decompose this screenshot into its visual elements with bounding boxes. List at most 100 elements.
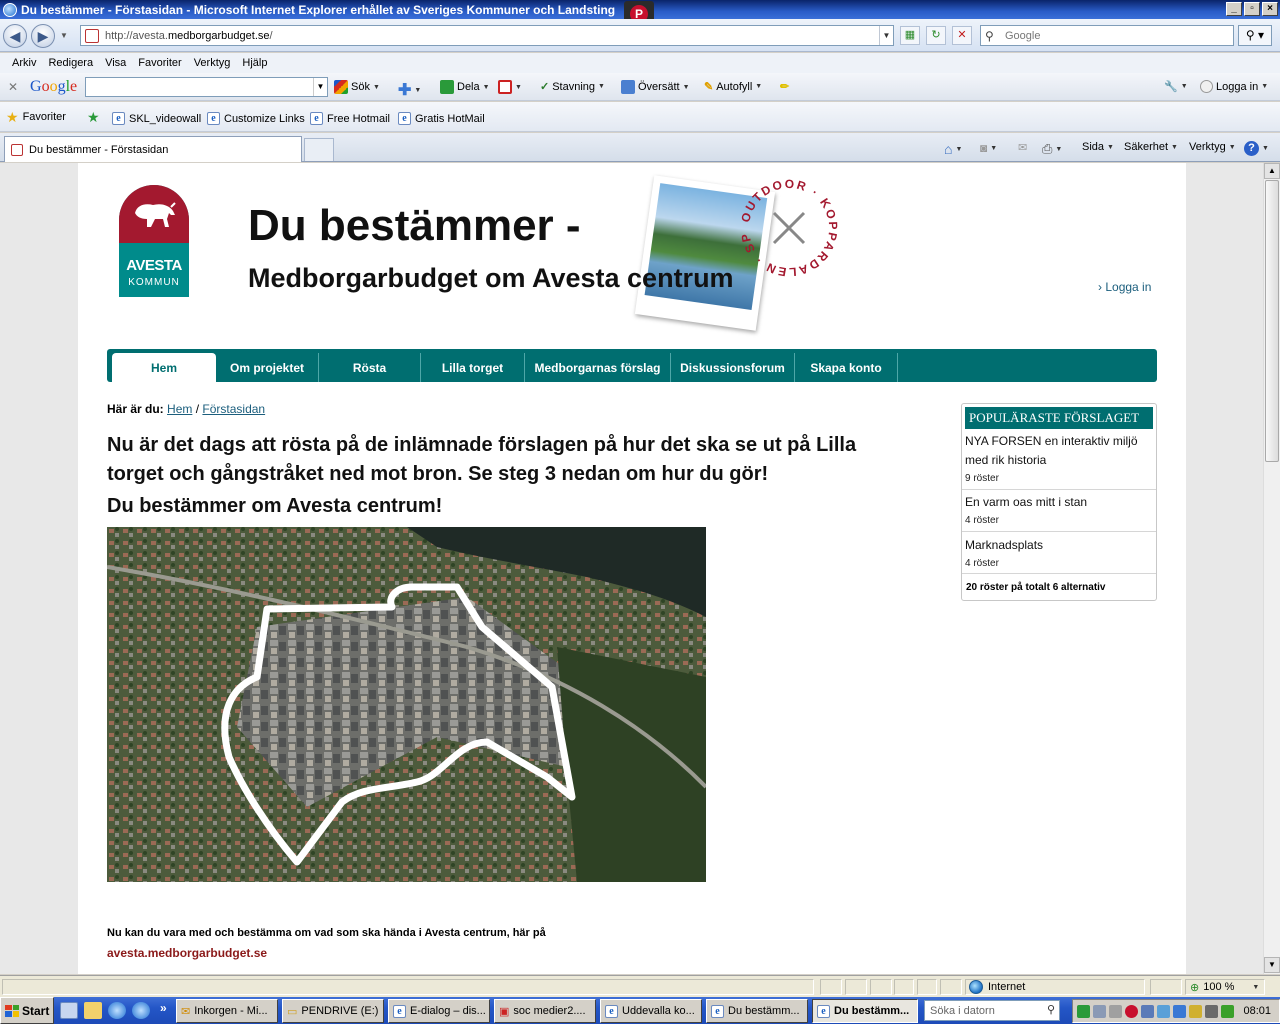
task-uddevalla[interactable]: e Uddevalla ko... [600,999,702,1023]
login-link[interactable]: › Logga in [1098,280,1151,294]
ie-icon[interactable] [132,1002,150,1019]
tray-app-icon[interactable] [1189,1005,1202,1018]
nav-medborgarnas-forslag[interactable]: Medborgarnas förslag [525,353,671,382]
refresh-icon[interactable]: ↻ [926,26,946,45]
task-du-bestammer-1[interactable]: e Du bestämm... [706,999,808,1023]
tools-menu[interactable]: Verktyg ▼ [1189,141,1236,153]
back-button[interactable]: ◀ [3,24,27,48]
menu-file[interactable]: Arkiv [6,57,42,69]
search-go-button[interactable]: ⚲ ▾ [1238,25,1272,46]
plus-button[interactable]: ✚ ▼ [398,80,421,100]
menu-view[interactable]: Visa [99,57,132,69]
explorer-icon[interactable] [84,1002,102,1019]
tray-pdf-icon[interactable] [1125,1005,1138,1018]
mail-button[interactable]: ✉ [1018,141,1027,154]
nav-rosta[interactable]: Rösta [319,353,421,382]
help-button[interactable]: ? ▼ [1244,141,1269,156]
desktop-search-input[interactable]: Söka i datorn ⚲ [924,1000,1060,1021]
google-login-button[interactable]: Logga in ▼ [1200,80,1268,93]
add-favorite-button[interactable]: ★ [87,110,100,124]
task-pendrive[interactable]: ▭ PENDRIVE (E:) [282,999,384,1023]
new-tab-button[interactable] [304,138,334,161]
popup-blocker-button[interactable]: ▼ [498,80,522,94]
scroll-thumb[interactable] [1265,180,1279,462]
task-outlook-inbox[interactable]: ✉ Inkorgen - Mi... [176,999,278,1023]
search-input[interactable]: ⚲ Google [980,25,1234,46]
tray-nvidia-icon[interactable] [1221,1005,1234,1018]
share-button[interactable]: Dela ▼ [440,80,490,94]
clock[interactable]: 08:01 [1243,1005,1271,1017]
favorites-button[interactable]: ★ Favoriter [6,110,66,124]
close-toolbar-icon[interactable]: ✕ [8,80,18,94]
spellcheck-button[interactable]: ✓ Stavning ▼ [540,80,605,94]
favorite-link-skl-videowall[interactable]: e SKL_videowall [112,112,201,125]
tray-app-icon[interactable] [1109,1005,1122,1018]
tray-volume-icon[interactable] [1205,1005,1218,1018]
nav-lilla-torget[interactable]: Lilla torget [421,353,525,382]
nav-diskussionsforum[interactable]: Diskussionsforum [671,353,795,382]
maximize-button[interactable]: ▫ [1244,2,1260,16]
compat-view-icon[interactable]: ▦ [900,26,920,45]
intro-text: Nu är det dags att rösta på de inlämnade… [107,434,857,485]
avesta-kommun-logo[interactable]: AVESTA KOMMUN [119,185,189,297]
tab-du-bestammer[interactable]: Du bestämmer - Förstasidan [4,136,302,162]
tray-app-icon[interactable] [1077,1005,1090,1018]
nav-skapa-konto[interactable]: Skapa konto [795,353,898,382]
translate-button[interactable]: Översätt ▼ [621,80,690,94]
safety-menu[interactable]: Säkerhet ▼ [1124,141,1178,153]
poll-item[interactable]: En varm oas mitt i stan 4 röster [962,490,1156,532]
vertical-scrollbar[interactable]: ▲ ▼ [1263,163,1280,974]
google-search-button[interactable]: Sök ▼ [334,80,380,94]
chevron-down-icon[interactable]: ▼ [313,78,327,96]
menu-help[interactable]: Hjälp [236,57,273,69]
start-button[interactable]: Start [0,997,54,1024]
address-dropdown-icon[interactable]: ▼ [879,26,893,45]
forward-button[interactable]: ▶ [31,24,55,48]
close-button[interactable]: × [1262,2,1278,16]
google-search-input[interactable]: ▼ [85,77,328,97]
minimize-button[interactable]: _ [1226,2,1242,16]
rss-icon: ◙ [980,141,988,155]
menu-tools[interactable]: Verktyg [188,57,237,69]
favorite-link-gratis-hotmail[interactable]: e Gratis HotMail [398,112,485,125]
tray-app-icon[interactable] [1141,1005,1154,1018]
autofill-button[interactable]: ✎ Autofyll ▼ [704,80,762,94]
quicklaunch-more-icon[interactable]: » [160,1001,167,1015]
menu-favorites[interactable]: Favoriter [132,57,187,69]
zoom-level[interactable]: ⊕ 100 % ▼ [1185,979,1265,995]
breadcrumb-home-link[interactable]: Hem [167,402,192,416]
page-menu[interactable]: Sida ▼ [1082,141,1114,153]
stop-icon[interactable]: ✕ [952,26,972,45]
wrench-icon: 🔧 [1164,81,1178,93]
nav-om-projektet[interactable]: Om projektet [216,353,319,382]
poll-item[interactable]: NYA FORSEN en interaktiv miljö med rik h… [962,430,1156,490]
ie-page-icon: e [817,1004,830,1018]
task-soc-medier[interactable]: ▣ soc medier2.... [494,999,596,1023]
site-favicon-icon [11,143,23,156]
tray-network-icon[interactable] [1157,1005,1170,1018]
task-du-bestammer-2[interactable]: e Du bestämm... [812,999,918,1023]
site-url-link[interactable]: avesta.medborgarbudget.se [107,946,267,960]
task-edialog[interactable]: e E-dialog – dis... [388,999,490,1023]
scroll-up-icon[interactable]: ▲ [1264,163,1280,179]
favorite-link-free-hotmail[interactable]: e Free Hotmail [310,112,390,125]
highlight-button[interactable]: ✏ [780,80,789,93]
ie-icon[interactable] [108,1002,126,1019]
address-input[interactable]: http://avesta.medborgarbudget.se/ ▼ [80,25,894,46]
tray-app-icon[interactable] [1173,1005,1186,1018]
nav-hem[interactable]: Hem [112,353,216,382]
history-dropdown-icon[interactable]: ▼ [60,31,68,40]
menu-edit[interactable]: Redigera [42,57,99,69]
home-button[interactable]: ⌂ ▼ [944,141,962,157]
feeds-button[interactable]: ◙ ▼ [980,141,997,155]
tray-app-icon[interactable] [1093,1005,1106,1018]
show-desktop-icon[interactable] [60,1002,78,1019]
breadcrumb-current-link[interactable]: Förstasidan [202,402,265,416]
favorite-link-customize-links[interactable]: e Customize Links [207,112,305,125]
settings-button[interactable]: 🔧 ▼ [1164,80,1188,93]
poll-item[interactable]: Marknadsplats 4 röster [962,532,1156,574]
scroll-down-icon[interactable]: ▼ [1264,957,1280,973]
protected-mode-icon[interactable] [894,979,914,995]
zoom-tools-button[interactable] [1150,979,1182,995]
print-button[interactable]: ⎙ ▼ [1042,141,1062,157]
